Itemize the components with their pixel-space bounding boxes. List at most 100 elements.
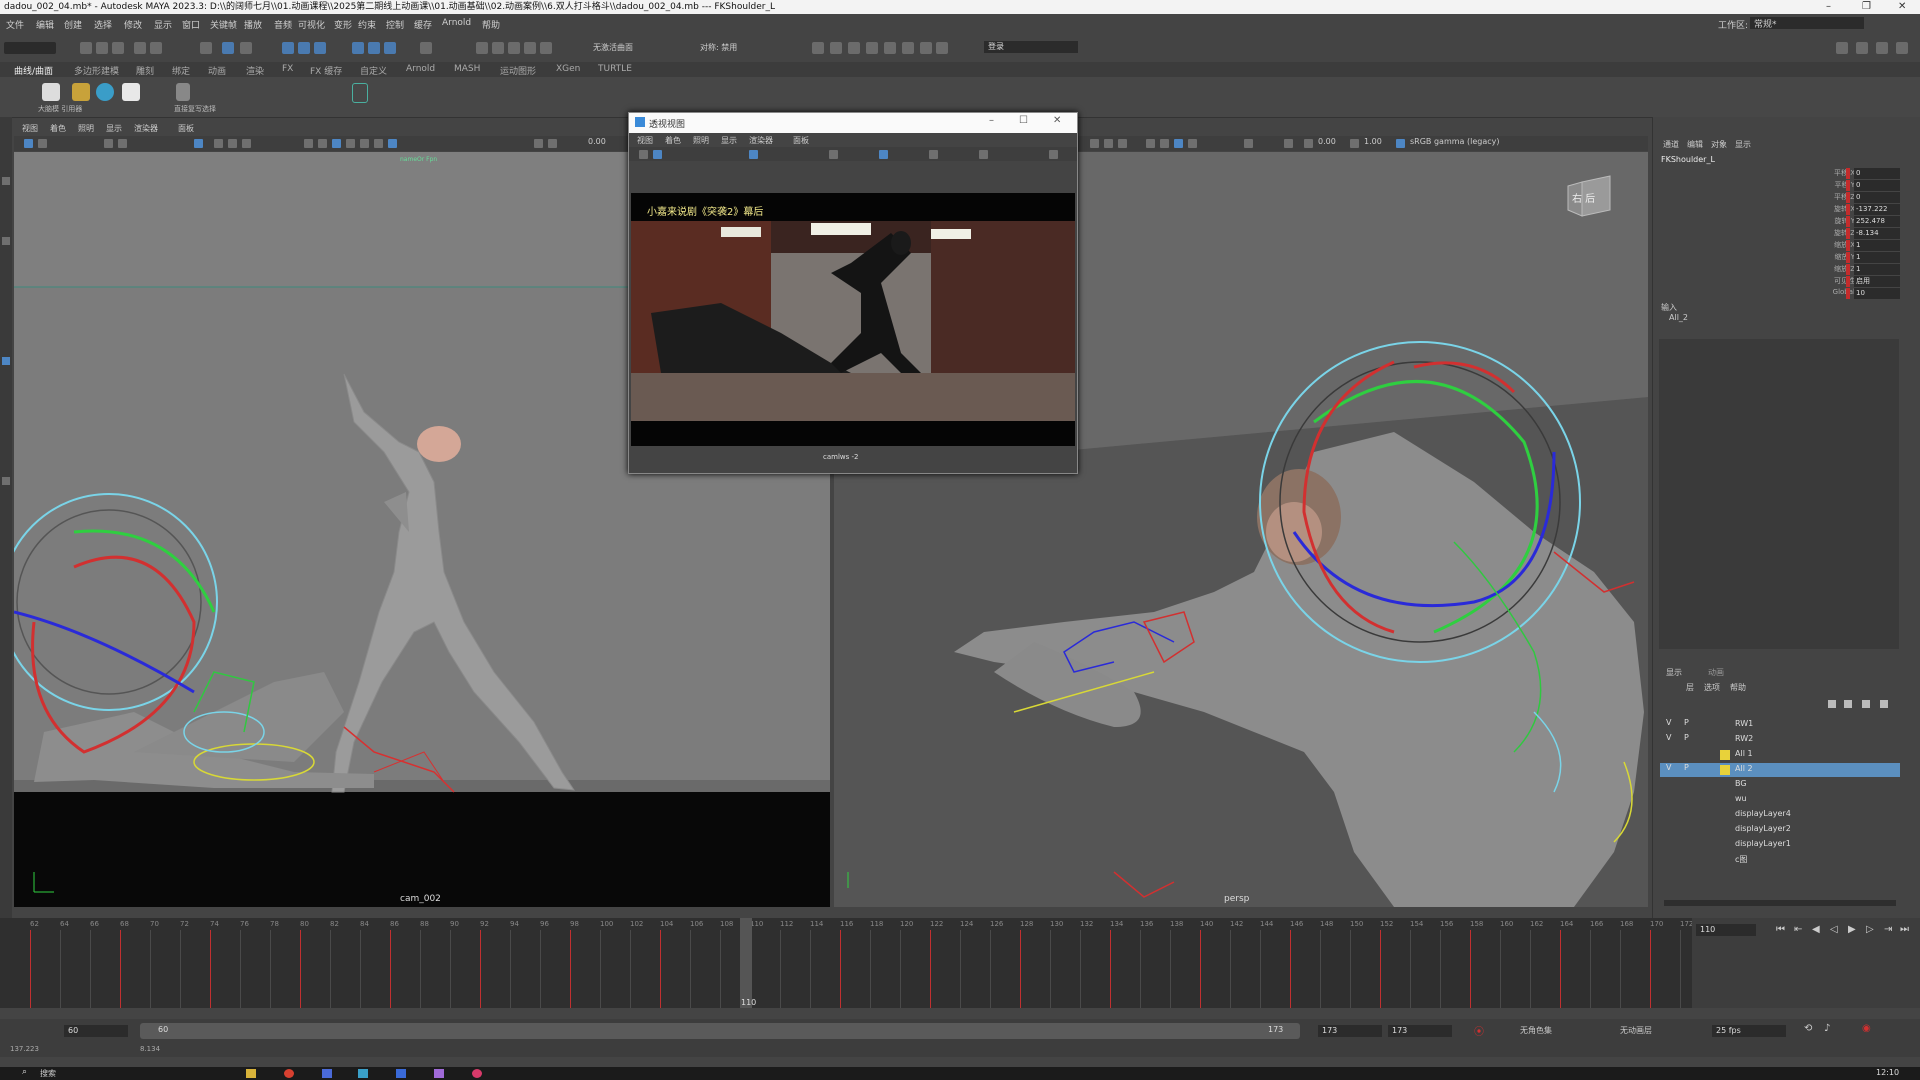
floating-close-button[interactable]: ✕ <box>1053 115 1061 126</box>
channel-tab-object[interactable]: 对象 <box>1711 139 1727 150</box>
modeling-toolkit-icon[interactable] <box>1836 42 1848 54</box>
shelf-tab-sculpt[interactable]: 雕刻 <box>136 64 154 77</box>
step-back-button[interactable]: ◀ <box>1812 924 1820 935</box>
float-grid-icon[interactable] <box>749 150 758 159</box>
play-back-button[interactable]: ◁ <box>1830 924 1838 935</box>
record-icon[interactable]: ◉ <box>1862 1023 1871 1034</box>
time-slider[interactable]: 62 64 66 68 70 72 74 76 78 80 82 84 86 88 90 92 94 96 98 10… <box>0 918 1693 1008</box>
float-xray-icon[interactable] <box>979 150 988 159</box>
panel-layout-7-icon[interactable] <box>920 42 932 54</box>
panel-layout-6-icon[interactable] <box>902 42 914 54</box>
film-gate-icon[interactable] <box>214 139 223 148</box>
layer-row-selected[interactable]: V P All 2 <box>1660 763 1900 777</box>
undo-icon[interactable] <box>134 42 146 54</box>
shelf-tab-fx-cache[interactable]: FX 缓存 <box>310 64 342 77</box>
channel-tab-edit[interactable]: 编辑 <box>1687 139 1703 150</box>
layer-menu-options[interactable]: 选项 <box>1704 682 1720 693</box>
end-max-field[interactable]: 173 <box>1388 1025 1452 1037</box>
gamma-icon[interactable] <box>1350 139 1359 148</box>
menu-deform[interactable]: 变形 <box>334 18 352 31</box>
snap-view-icon[interactable] <box>352 42 364 54</box>
shelf-tool-5-icon[interactable] <box>176 83 190 101</box>
snap-grid-icon[interactable] <box>282 42 294 54</box>
float-menu-show[interactable]: 显示 <box>721 135 737 146</box>
layer-row[interactable]: V P RW2 <box>1660 733 1900 747</box>
menu-edit[interactable]: 编辑 <box>36 18 54 31</box>
snap-point-icon[interactable] <box>314 42 326 54</box>
app-icon[interactable] <box>396 1069 406 1078</box>
float-light-icon[interactable] <box>929 150 938 159</box>
paint-select-icon[interactable] <box>240 42 252 54</box>
left-vp-menu-lighting[interactable]: 照明 <box>78 123 94 134</box>
layer-row[interactable]: displayLayer4 <box>1660 808 1900 822</box>
menu-create[interactable]: 创建 <box>64 18 82 31</box>
step-forward-key-button[interactable]: ⇥ <box>1884 924 1892 935</box>
camera-attr-icon[interactable] <box>38 139 47 148</box>
shelf-tab-render[interactable]: 渲染 <box>246 64 264 77</box>
shelf-tab-anim[interactable]: 动画 <box>208 64 226 77</box>
isolate-icon[interactable] <box>534 139 543 148</box>
ipr-icon[interactable] <box>508 42 520 54</box>
scale-tool-icon[interactable] <box>2 477 10 485</box>
resolution-gate-icon[interactable] <box>228 139 237 148</box>
menu-cache[interactable]: 缓存 <box>414 18 432 31</box>
layer-playback[interactable]: P <box>1684 733 1689 742</box>
maximize-button[interactable]: ❐ <box>1862 0 1871 14</box>
shelf-tool-1-icon[interactable] <box>42 83 60 101</box>
menu-constrain[interactable]: 约束 <box>358 18 376 31</box>
pause-icon[interactable] <box>936 42 948 54</box>
gate-mask-icon[interactable] <box>242 139 251 148</box>
float-menu-lighting[interactable]: 照明 <box>693 135 709 146</box>
explorer-icon[interactable] <box>246 1069 256 1078</box>
shelf-tab-mash[interactable]: MASH <box>454 64 480 74</box>
login-dropdown[interactable]: 登录 <box>984 41 1078 53</box>
left-vp-menu-show[interactable]: 显示 <box>106 123 122 134</box>
range-slider[interactable]: 60 173 <box>140 1023 1300 1039</box>
shelf-tab-turtle[interactable]: TURTLE <box>598 64 632 74</box>
character-set-dropdown[interactable]: 无角色集 <box>1520 1025 1552 1036</box>
float-select-icon[interactable] <box>653 150 662 159</box>
step-back-key-button[interactable]: ⇤ <box>1794 924 1802 935</box>
camera-select-icon[interactable] <box>24 139 33 148</box>
channel-visibility-value[interactable]: 启用 <box>1854 276 1900 287</box>
play-forward-button[interactable]: ▶ <box>1848 924 1856 935</box>
menu-file[interactable]: 文件 <box>6 18 24 31</box>
colorspace-dropdown[interactable]: sRGB gamma (legacy) <box>1410 137 1499 146</box>
float-camera-icon[interactable] <box>639 150 648 159</box>
panel-layout-3-icon[interactable] <box>848 42 860 54</box>
panel-layout-2-icon[interactable] <box>830 42 842 54</box>
layer-tab-anim[interactable]: 动画 <box>1708 667 1724 678</box>
app-icon[interactable] <box>434 1069 444 1078</box>
shadows-icon[interactable] <box>360 139 369 148</box>
tool-settings-icon[interactable] <box>1876 42 1888 54</box>
inputs-value[interactable]: All_2 <box>1669 313 1688 322</box>
textured-icon[interactable] <box>332 139 341 148</box>
channel-translate-x-value[interactable]: 0 <box>1854 168 1900 179</box>
go-to-start-button[interactable]: ⏮ <box>1776 924 1785 935</box>
hypershade-icon[interactable] <box>540 42 552 54</box>
channel-rotate-z-value[interactable]: -8.134 <box>1854 228 1900 239</box>
xray-icon[interactable] <box>1244 139 1253 148</box>
shelf-tool-3-icon[interactable] <box>96 83 114 101</box>
channel-scale-x-value[interactable]: 1 <box>1854 240 1900 251</box>
layer-visibility[interactable]: V <box>1666 718 1671 727</box>
close-button[interactable]: ✕ <box>1898 0 1906 14</box>
rotate-tool-icon[interactable] <box>2 357 10 365</box>
floating-view-window[interactable]: 透视视图 – ☐ ✕ 视图 着色 照明 显示 渲染器 面板 小嘉来说剧《突袭2》… <box>628 112 1078 474</box>
new-scene-icon[interactable] <box>80 42 92 54</box>
layer-row[interactable]: All 1 <box>1660 748 1900 762</box>
view-cube[interactable]: 右 后 <box>1572 190 1595 205</box>
colorspace-icon[interactable] <box>1396 139 1405 148</box>
layer-new-selected-icon[interactable] <box>1844 700 1852 708</box>
snap-curve-icon[interactable] <box>298 42 310 54</box>
panel-layout-icon[interactable] <box>812 42 824 54</box>
minimize-button[interactable]: – <box>1826 0 1831 14</box>
float-menu-panels[interactable]: 面板 <box>793 135 809 146</box>
open-scene-icon[interactable] <box>96 42 108 54</box>
xray-icon[interactable] <box>388 139 397 148</box>
step-forward-button[interactable]: ▷ <box>1866 924 1874 935</box>
shelf-tab-xgen[interactable]: XGen <box>556 64 580 74</box>
layer-playback[interactable]: P <box>1684 763 1689 772</box>
start-min-field[interactable]: 60 <box>64 1025 128 1037</box>
shelf-tool-4-icon[interactable] <box>122 83 140 101</box>
